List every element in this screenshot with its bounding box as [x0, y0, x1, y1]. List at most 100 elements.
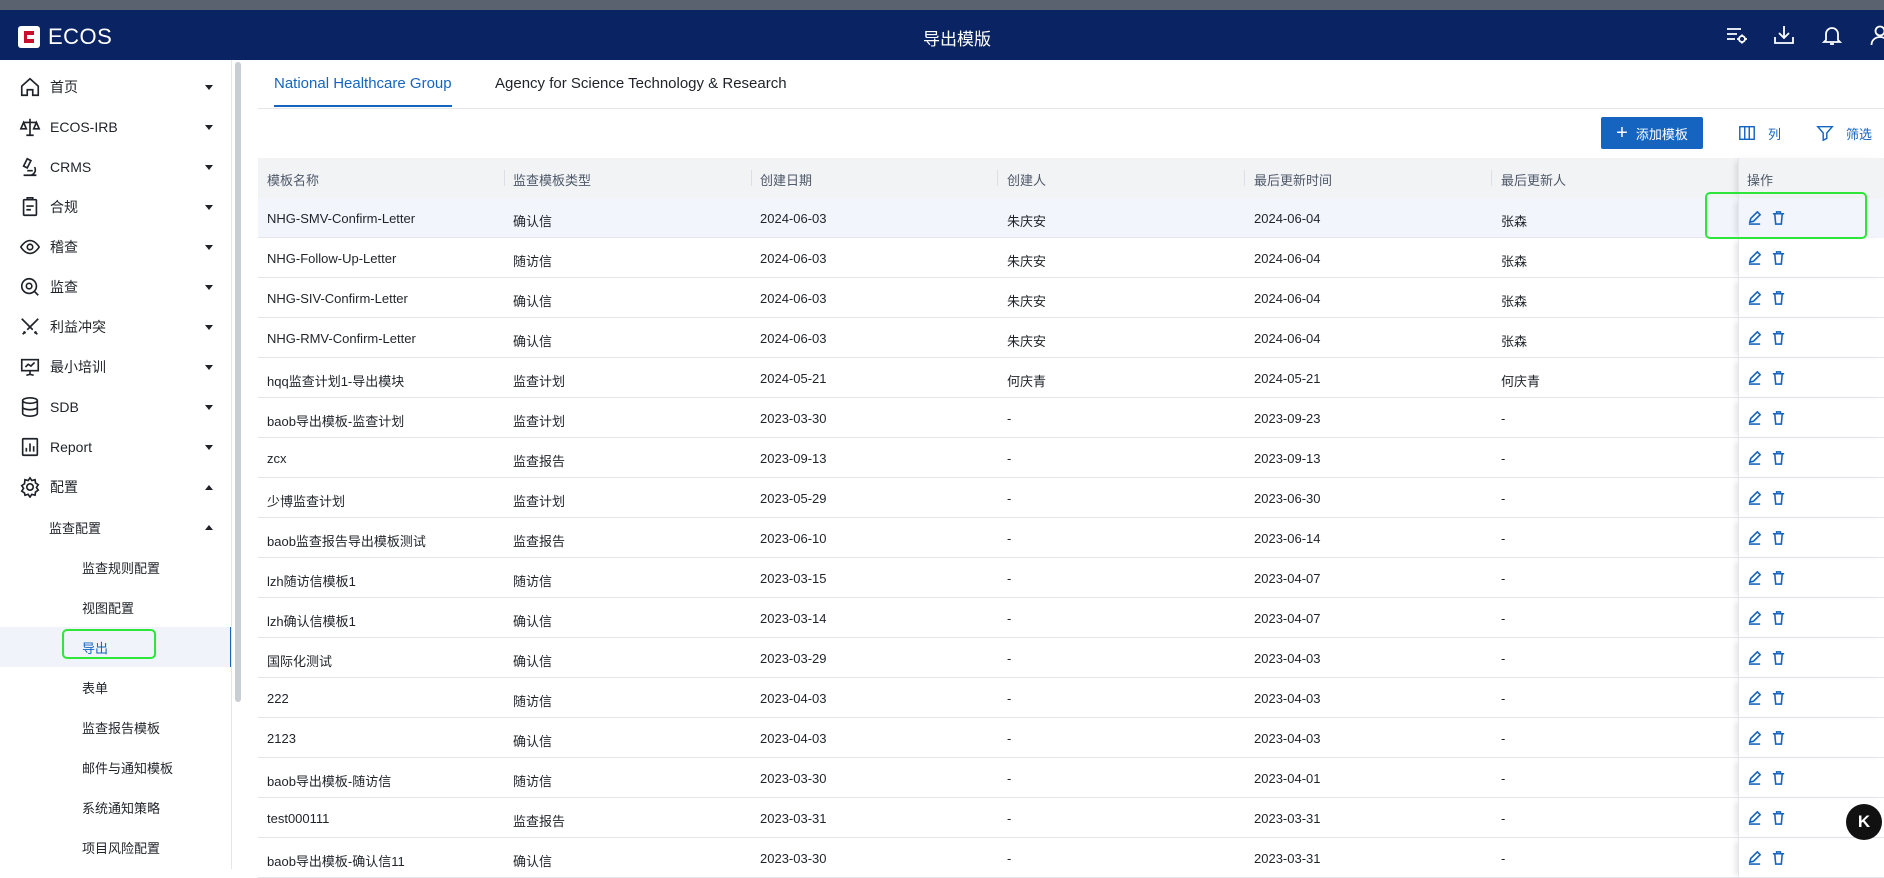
- table-row[interactable]: 2123确认信2023-04-03-2023-04-03-: [258, 718, 1884, 758]
- column-header-updated-by[interactable]: 最后更新人: [1501, 170, 1566, 189]
- table-row[interactable]: NHG-Follow-Up-Letter随访信2024-06-03朱庆安2024…: [258, 238, 1884, 278]
- sidebar-subgroup-monitoring-config[interactable]: 监查配置: [0, 507, 232, 547]
- delete-icon[interactable]: [1771, 810, 1786, 825]
- edit-icon[interactable]: [1747, 570, 1762, 585]
- table-row[interactable]: test000111监查报告2023-03-31-2023-03-31-: [258, 798, 1884, 838]
- cell-created-date: 2023-03-15: [760, 571, 827, 586]
- sidebar-leaf-label: 监查报告模板: [82, 718, 160, 737]
- edit-icon[interactable]: [1747, 410, 1762, 425]
- delete-icon[interactable]: [1771, 690, 1786, 705]
- sidebar-leaf-project-risk[interactable]: 项目风险配置: [0, 827, 232, 867]
- column-header-name[interactable]: 模板名称: [267, 170, 319, 189]
- edit-icon[interactable]: [1747, 490, 1762, 505]
- sidebar-item-monitoring[interactable]: 监查: [0, 267, 232, 307]
- edit-icon[interactable]: [1747, 650, 1762, 665]
- download-icon[interactable]: [1772, 23, 1796, 47]
- delete-icon[interactable]: [1771, 450, 1786, 465]
- delete-icon[interactable]: [1771, 290, 1786, 305]
- table-row[interactable]: baob监查报告导出模板测试监查报告2023-06-10-2023-06-14-: [258, 518, 1884, 558]
- table-row[interactable]: NHG-SIV-Confirm-Letter确认信2024-06-03朱庆安20…: [258, 278, 1884, 318]
- table-row[interactable]: 222随访信2023-04-03-2023-04-03-: [258, 678, 1884, 718]
- sidebar-leaf-notification-policy[interactable]: 系统通知策略: [0, 787, 232, 827]
- table-row[interactable]: 国际化测试确认信2023-03-29-2023-04-03-: [258, 638, 1884, 678]
- list-settings-icon[interactable]: [1724, 23, 1748, 47]
- filter-button[interactable]: 筛选: [1816, 124, 1872, 143]
- edit-icon[interactable]: [1747, 530, 1762, 545]
- edit-icon[interactable]: [1747, 730, 1762, 745]
- delete-icon[interactable]: [1771, 530, 1786, 545]
- column-divider[interactable]: [751, 170, 752, 186]
- bell-icon[interactable]: [1820, 23, 1844, 47]
- sidebar-leaf-report-template[interactable]: 监查报告模板: [0, 707, 232, 747]
- cell-creator: -: [1007, 531, 1011, 546]
- delete-icon[interactable]: [1771, 410, 1786, 425]
- table-row[interactable]: hqq监查计划1-导出模块监查计划2024-05-21何庆青2024-05-21…: [258, 358, 1884, 398]
- column-header-created-date[interactable]: 创建日期: [760, 170, 812, 189]
- edit-icon[interactable]: [1747, 610, 1762, 625]
- table-row[interactable]: NHG-RMV-Confirm-Letter确认信2024-06-03朱庆安20…: [258, 318, 1884, 358]
- table-row[interactable]: lzh随访信模板1随访信2023-03-15-2023-04-07-: [258, 558, 1884, 598]
- table-row[interactable]: 少博监查计划监查计划2023-05-29-2023-06-30-: [258, 478, 1884, 518]
- tab-nhg[interactable]: National Healthcare Group: [274, 75, 452, 107]
- delete-icon[interactable]: [1771, 770, 1786, 785]
- delete-icon[interactable]: [1771, 330, 1786, 345]
- edit-icon[interactable]: [1747, 850, 1762, 865]
- delete-icon[interactable]: [1771, 650, 1786, 665]
- sidebar-item-configuration[interactable]: 配置: [0, 467, 232, 507]
- edit-icon[interactable]: [1747, 370, 1762, 385]
- table-row[interactable]: baob导出模板-确认信11确认信2023-03-30-2023-03-31-: [258, 838, 1884, 878]
- column-divider[interactable]: [1491, 170, 1492, 186]
- table-row[interactable]: zcx监查报告2023-09-13-2023-09-13-: [258, 438, 1884, 478]
- sidebar-item-sdb[interactable]: SDB: [0, 387, 232, 427]
- add-template-button[interactable]: + 添加模板: [1601, 117, 1703, 149]
- floating-assistant-button[interactable]: K: [1846, 804, 1882, 840]
- delete-icon[interactable]: [1771, 490, 1786, 505]
- edit-icon[interactable]: [1747, 690, 1762, 705]
- edit-icon[interactable]: [1747, 290, 1762, 305]
- sidebar-leaf-mail-template[interactable]: 邮件与通知模板: [0, 747, 232, 787]
- sidebar-item-report[interactable]: Report: [0, 427, 232, 467]
- edit-icon[interactable]: [1747, 250, 1762, 265]
- sidebar-item-home[interactable]: 首页: [0, 67, 232, 107]
- tab-astar[interactable]: Agency for Science Technology & Research: [495, 75, 787, 104]
- user-icon[interactable]: [1868, 23, 1884, 47]
- column-header-type[interactable]: 监查模板类型: [513, 170, 591, 189]
- delete-icon[interactable]: [1771, 850, 1786, 865]
- cell-created-date: 2023-03-31: [760, 811, 827, 826]
- table-row[interactable]: lzh确认信模板1确认信2023-03-14-2023-04-07-: [258, 598, 1884, 638]
- floating-button-label: K: [1858, 812, 1870, 832]
- columns-button[interactable]: 列: [1738, 124, 1781, 143]
- sidebar-leaf-form[interactable]: 表单: [0, 667, 232, 707]
- chevron-down-icon: [205, 325, 213, 330]
- delete-icon[interactable]: [1771, 610, 1786, 625]
- sidebar-item-label: 配置: [50, 477, 78, 497]
- sidebar-item-audit[interactable]: 稽查: [0, 227, 232, 267]
- column-divider[interactable]: [1244, 170, 1245, 186]
- sidebar-item-crms[interactable]: CRMS: [0, 147, 232, 187]
- sidebar-item-training[interactable]: 最小培训: [0, 347, 232, 387]
- edit-icon[interactable]: [1747, 330, 1762, 345]
- cell-updated-by: 何庆青: [1501, 371, 1540, 390]
- delete-icon[interactable]: [1771, 370, 1786, 385]
- table-row[interactable]: baob导出模板-监查计划监查计划2023-03-30-2023-09-23-: [258, 398, 1884, 438]
- column-divider[interactable]: [504, 170, 505, 186]
- delete-icon[interactable]: [1771, 570, 1786, 585]
- edit-icon[interactable]: [1747, 450, 1762, 465]
- column-divider[interactable]: [997, 170, 998, 186]
- sidebar-item-ecos-irb[interactable]: ECOS-IRB: [0, 107, 232, 147]
- cell-created-date: 2023-03-14: [760, 611, 827, 626]
- sidebar-item-conflict-of-interest[interactable]: 利益冲突: [0, 307, 232, 347]
- table-row[interactable]: baob导出模板-随访信随访信2023-03-30-2023-04-01-: [258, 758, 1884, 798]
- edit-icon[interactable]: [1747, 810, 1762, 825]
- delete-icon[interactable]: [1771, 730, 1786, 745]
- sidebar-leaf-monitoring-rules[interactable]: 监查规则配置: [0, 547, 232, 587]
- table-row[interactable]: NHG-SMV-Confirm-Letter确认信2024-06-03朱庆安20…: [258, 198, 1884, 238]
- edit-icon[interactable]: [1747, 770, 1762, 785]
- column-header-creator[interactable]: 创建人: [1007, 170, 1046, 189]
- sidebar-leaf-view-config[interactable]: 视图配置: [0, 587, 232, 627]
- sidebar-scrollbar[interactable]: [235, 62, 241, 702]
- cell-updated-by: 张森: [1501, 291, 1527, 310]
- sidebar-item-compliance[interactable]: 合规: [0, 187, 232, 227]
- delete-icon[interactable]: [1771, 250, 1786, 265]
- column-header-updated-time[interactable]: 最后更新时间: [1254, 170, 1332, 189]
